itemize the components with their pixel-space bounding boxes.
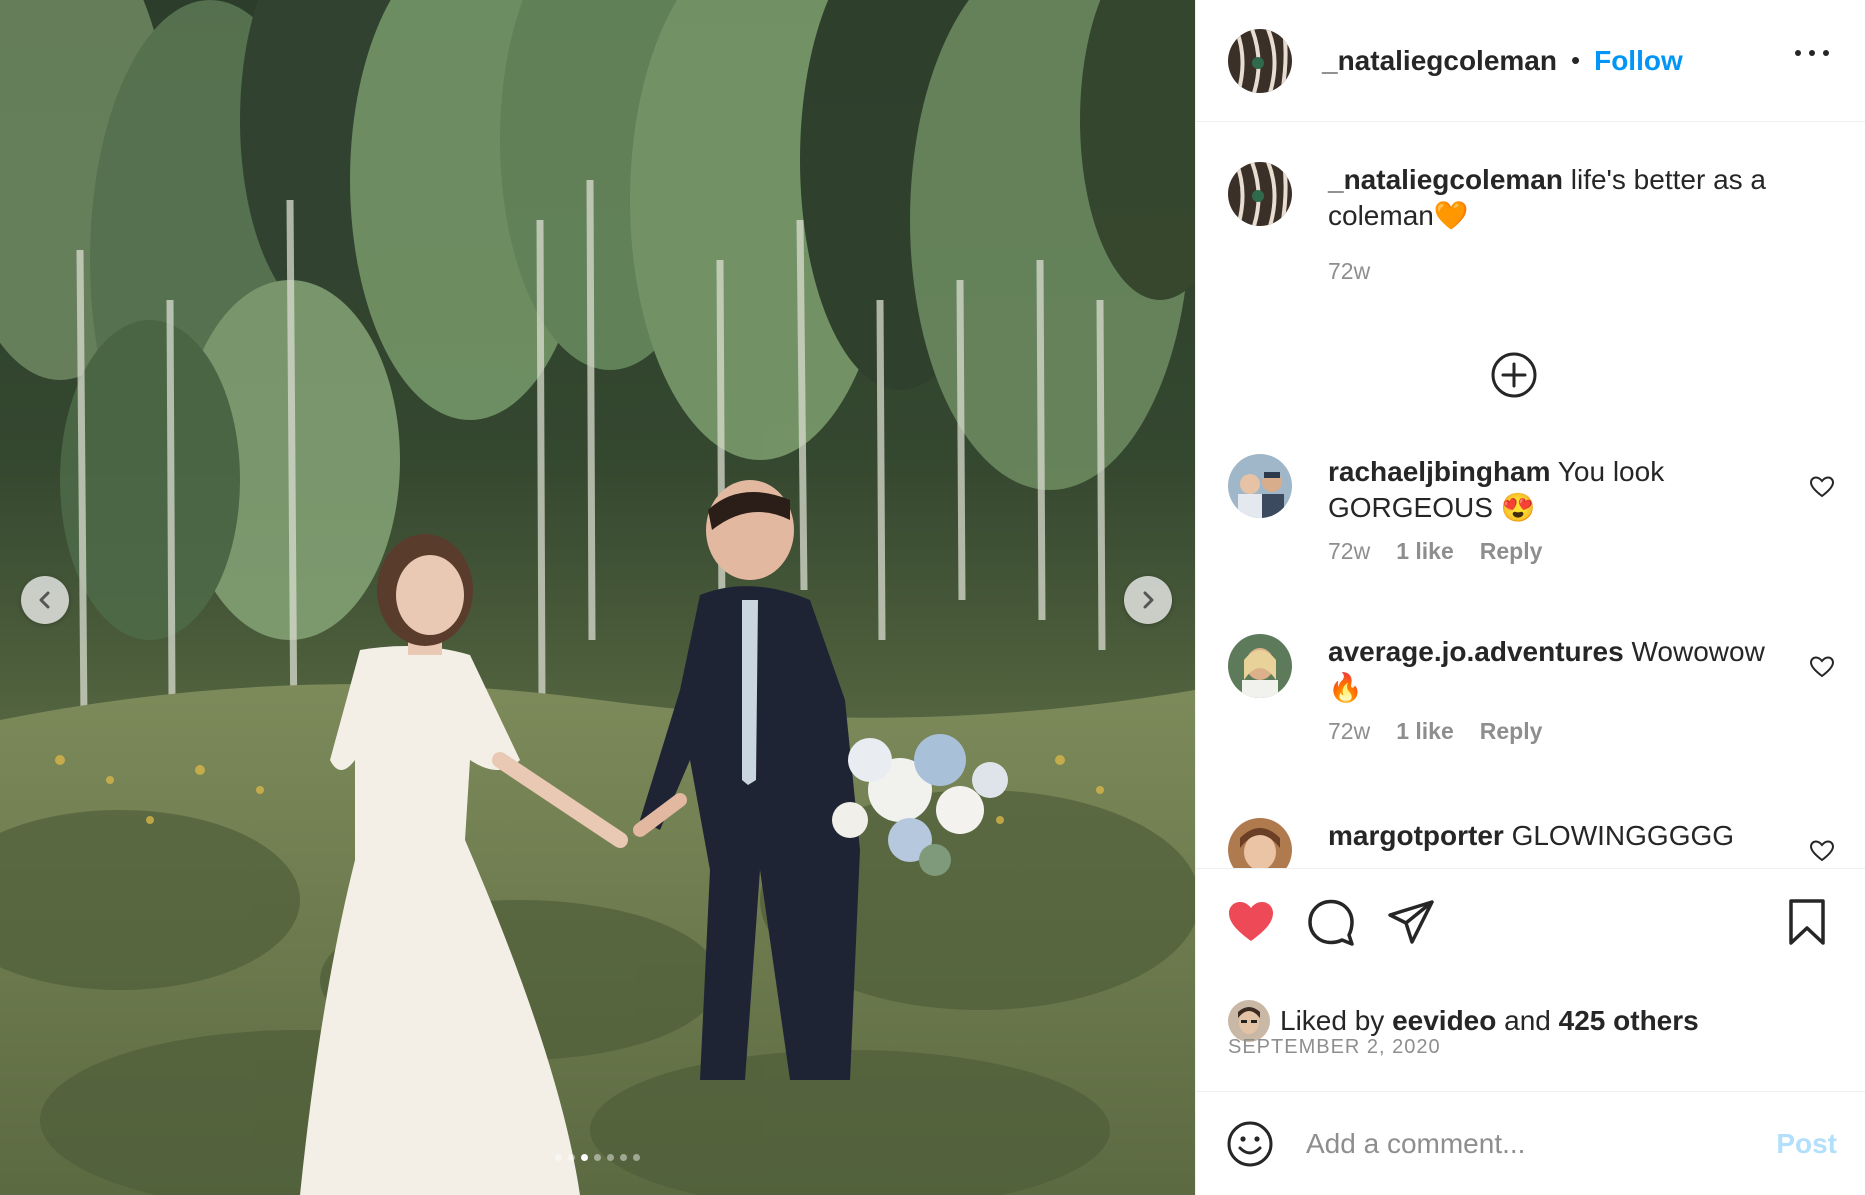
comment-icon[interactable] — [1306, 897, 1356, 947]
carousel-indicator — [0, 1154, 1195, 1161]
caption-meta: 72w — [1328, 258, 1370, 285]
post-sidebar: _nataliegcoleman • Follow _nataliegcolem… — [1195, 0, 1865, 1195]
comment-meta: 72w 1 like Reply — [1328, 718, 1542, 745]
comment-username[interactable]: margotporter — [1328, 820, 1504, 851]
caption-age: 72w — [1328, 258, 1371, 284]
add-circle-icon[interactable] — [1489, 350, 1539, 400]
commenter-avatar[interactable] — [1228, 634, 1292, 698]
caption: _nataliegcoleman life's better as a cole… — [1228, 162, 1835, 302]
next-slide-button[interactable] — [1124, 576, 1172, 624]
comment-input[interactable] — [1304, 1126, 1748, 1161]
caption-username[interactable]: _nataliegcoleman — [1328, 164, 1563, 195]
comment: average.jo.adventures Wowowow 🔥 72w 1 li… — [1228, 634, 1835, 774]
carousel-dot — [568, 1154, 575, 1161]
comment-age: 72w — [1328, 718, 1371, 744]
share-icon[interactable] — [1386, 897, 1436, 947]
carousel-dot — [633, 1154, 640, 1161]
heart-icon[interactable] — [1809, 654, 1835, 680]
chevron-left-icon — [39, 591, 50, 609]
carousel-dot — [581, 1154, 588, 1161]
previous-slide-button[interactable] — [21, 576, 69, 624]
comment-text: average.jo.adventures Wowowow 🔥 — [1328, 634, 1775, 706]
comment-text: rachaeljbingham You look GORGEOUS 😍 — [1328, 454, 1775, 526]
carousel-dot — [555, 1154, 562, 1161]
post-photo[interactable] — [0, 0, 1195, 1195]
heart-icon[interactable] — [1226, 897, 1276, 947]
comment-likes[interactable]: 1 like — [1396, 718, 1454, 745]
photo-scene — [0, 0, 1195, 1195]
comment-username[interactable]: rachaeljbingham — [1328, 456, 1551, 487]
heart-icon[interactable] — [1809, 838, 1835, 864]
liked-by-and: and — [1504, 1005, 1551, 1036]
caption-text: _nataliegcoleman life's better as a cole… — [1328, 162, 1815, 234]
carousel-dot — [620, 1154, 627, 1161]
comment-meta: 72w 1 like Reply — [1328, 538, 1542, 565]
comment-likes[interactable]: 1 like — [1396, 538, 1454, 565]
chevron-right-icon — [1143, 591, 1154, 609]
reply-button[interactable]: Reply — [1480, 538, 1543, 565]
comment-age: 72w — [1328, 538, 1371, 564]
reply-button[interactable]: Reply — [1480, 718, 1543, 745]
emoji-icon[interactable] — [1226, 1120, 1274, 1168]
comment-body: GLOWINGGGGG — [1511, 820, 1735, 851]
bookmark-icon[interactable] — [1782, 897, 1832, 947]
post-comment-button[interactable]: Post — [1776, 1128, 1837, 1160]
comments-section[interactable]: _nataliegcoleman life's better as a cole… — [1196, 122, 1865, 868]
post-header: _nataliegcoleman • Follow — [1196, 0, 1865, 122]
author-avatar[interactable] — [1228, 28, 1292, 93]
commenter-avatar[interactable] — [1228, 454, 1292, 518]
author-username[interactable]: _nataliegcoleman — [1322, 45, 1557, 77]
carousel-dot — [594, 1154, 601, 1161]
action-bar — [1196, 868, 1865, 995]
liked-by-user[interactable]: eevideo — [1392, 1005, 1496, 1037]
liked-by-prefix: Liked by — [1280, 1005, 1385, 1036]
liked-by-others[interactable]: 425 others — [1559, 1005, 1699, 1037]
comment-text: margotporter GLOWINGGGGG — [1328, 818, 1775, 854]
header-separator: • — [1570, 45, 1581, 75]
more-icon — [1795, 50, 1801, 56]
add-comment-bar: Post — [1196, 1091, 1865, 1195]
comment: rachaeljbingham You look GORGEOUS 😍 72w … — [1228, 454, 1835, 594]
more-options-button[interactable] — [1795, 46, 1829, 60]
comment-username[interactable]: average.jo.adventures — [1328, 636, 1624, 667]
commenter-avatar[interactable] — [1228, 818, 1292, 868]
comment: margotporter GLOWINGGGGG — [1228, 818, 1835, 868]
carousel-dot — [607, 1154, 614, 1161]
heart-icon[interactable] — [1809, 474, 1835, 500]
post-viewer: _nataliegcoleman • Follow _nataliegcolem… — [0, 0, 1865, 1195]
caption-avatar[interactable] — [1228, 162, 1292, 226]
follow-button[interactable]: Follow — [1594, 45, 1683, 77]
post-date: SEPTEMBER 2, 2020 — [1228, 1036, 1441, 1058]
